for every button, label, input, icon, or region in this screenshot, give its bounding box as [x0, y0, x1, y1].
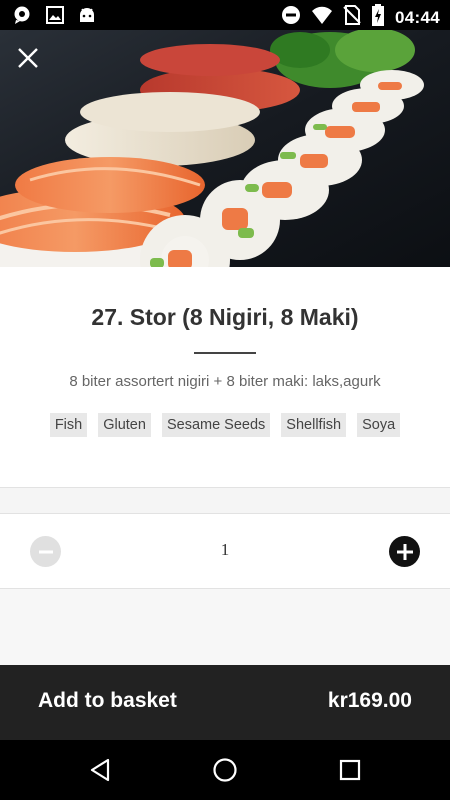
- status-right-icons: 04:44: [281, 4, 440, 31]
- increase-quantity-button[interactable]: [389, 536, 420, 567]
- quantity-stepper: 1: [0, 514, 450, 589]
- empty-space: [0, 589, 450, 665]
- image-icon: [46, 6, 64, 29]
- battery-charging-icon: [371, 4, 385, 31]
- allergen-list: Fish Gluten Sesame Seeds Shellfish Soya: [0, 413, 450, 437]
- plus-icon: [396, 543, 413, 560]
- product-title: 27. Stor (8 Nigiri, 8 Maki): [91, 304, 359, 330]
- product-image: [0, 30, 450, 267]
- minus-icon: [38, 550, 53, 553]
- allergen-chip: Gluten: [98, 413, 151, 437]
- android-icon: [78, 6, 96, 29]
- allergen-chip: Fish: [49, 413, 88, 437]
- status-time: 04:44: [395, 7, 440, 27]
- no-sim-icon: [343, 5, 361, 30]
- add-to-basket-button[interactable]: Add to basket kr169.00: [0, 665, 450, 740]
- screen: 04:44 27. Stor (8 Nigiri, 8 Maki) 8 bite…: [0, 0, 450, 800]
- status-left-icons: [12, 5, 96, 30]
- home-button[interactable]: [210, 755, 240, 785]
- allergen-chip: Soya: [357, 413, 401, 437]
- navigation-bar: [0, 740, 450, 800]
- basket-price: kr169.00: [327, 689, 412, 712]
- chat-bubble-icon: [12, 5, 32, 30]
- product-description: 8 biter assortert nigiri + 8 biter maki:…: [69, 373, 381, 390]
- recents-icon: [339, 759, 361, 781]
- recents-button[interactable]: [335, 755, 365, 785]
- allergen-chip: Shellfish: [281, 413, 347, 437]
- decrease-quantity-button[interactable]: [30, 536, 61, 567]
- close-button[interactable]: [12, 42, 44, 74]
- allergen-chip: Sesame Seeds: [161, 413, 271, 437]
- section-divider: [0, 487, 450, 514]
- back-icon: [90, 758, 110, 782]
- wifi-icon: [311, 5, 333, 30]
- back-button[interactable]: [85, 755, 115, 785]
- close-icon: [18, 48, 38, 68]
- title-divider: [194, 352, 256, 354]
- sushi-platter-photo: [0, 30, 450, 267]
- status-bar: 04:44: [0, 0, 450, 30]
- home-icon: [213, 758, 237, 782]
- do-not-disturb-icon: [281, 5, 301, 30]
- quantity-value: 1: [220, 540, 230, 559]
- add-to-basket-label: Add to basket: [38, 689, 177, 712]
